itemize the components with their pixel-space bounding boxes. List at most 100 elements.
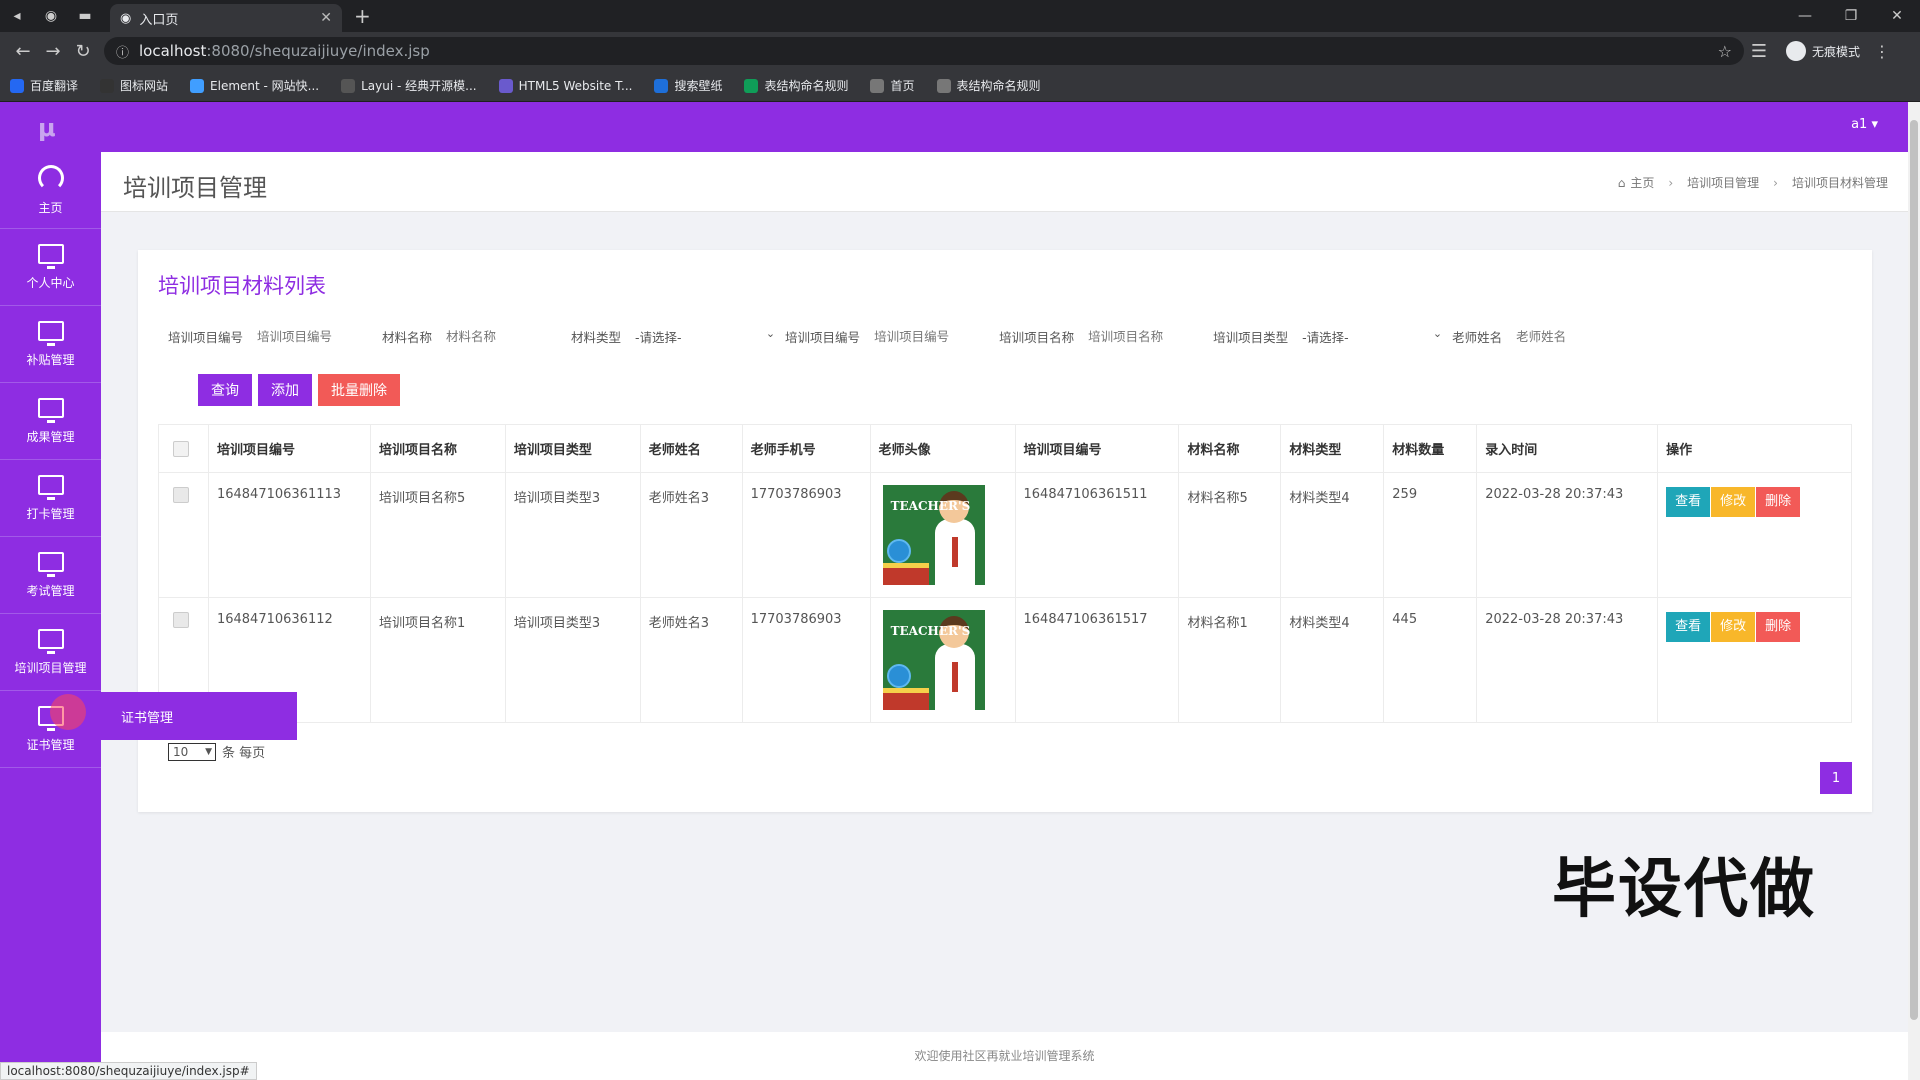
bookmark-item[interactable]: Element - 网站快... bbox=[190, 77, 319, 94]
monitor-icon bbox=[37, 474, 64, 500]
reading-list-icon[interactable]: ☰ bbox=[1744, 41, 1774, 62]
monitor-icon bbox=[37, 320, 64, 346]
search-input[interactable] bbox=[1516, 328, 1612, 344]
monitor-icon bbox=[37, 397, 64, 423]
teacher-avatar-image: TEACHER'S bbox=[882, 485, 985, 585]
teacher-avatar-image: TEACHER'S bbox=[882, 610, 985, 710]
bookmark-item[interactable]: 搜索壁纸 bbox=[654, 77, 722, 94]
back-icon[interactable]: ← bbox=[8, 41, 38, 62]
url-input[interactable]: ⓘ localhost:8080/shequzaijiuye/index.jsp… bbox=[104, 37, 1744, 65]
avatar-books-shape bbox=[882, 688, 929, 710]
browser-tab-bar: ◂ ◉ ▬ ◉ 入口页 ✕ + — ❐ ✕ bbox=[0, 0, 1920, 32]
bookmark-item[interactable]: 表结构命名规则 bbox=[744, 77, 848, 94]
row-actions-cell: 查看 修改 删除 bbox=[1657, 597, 1852, 723]
restore-icon[interactable]: ❐ bbox=[1828, 8, 1874, 24]
edit-button[interactable]: 修改 bbox=[1711, 487, 1756, 517]
header-checkbox-cell bbox=[158, 424, 209, 473]
cell-project-no: 164847106361113 bbox=[207, 472, 371, 598]
incognito-label: 无痕模式 bbox=[1812, 44, 1861, 59]
bookmark-favicon-icon bbox=[936, 78, 951, 93]
bookmark-item[interactable]: HTML5 Website T... bbox=[498, 78, 633, 93]
delete-button[interactable]: 删除 bbox=[1756, 487, 1801, 517]
search-input[interactable] bbox=[446, 328, 542, 344]
cell-project-type: 培训项目类型3 bbox=[504, 472, 641, 598]
bookmark-label: HTML5 Website T... bbox=[518, 78, 633, 93]
column-header: 培训项目类型 bbox=[504, 424, 641, 473]
bookmark-star-icon[interactable]: ☆ bbox=[1718, 42, 1732, 61]
bookmark-item[interactable]: Layui - 经典开源模... bbox=[341, 77, 477, 94]
query-button[interactable]: 查询 bbox=[198, 374, 252, 406]
row-checkbox[interactable] bbox=[173, 612, 189, 628]
bookmark-item[interactable]: 图标网站 bbox=[100, 77, 168, 94]
bookmark-item[interactable]: 首页 bbox=[870, 77, 915, 94]
search-input[interactable] bbox=[257, 328, 353, 344]
browser-tab[interactable]: ◉ 入口页 ✕ bbox=[110, 4, 342, 32]
bookmark-item[interactable]: 表结构命名规则 bbox=[936, 77, 1041, 94]
page-title: 培训项目管理 bbox=[123, 174, 267, 202]
site-info-icon[interactable]: ⓘ bbox=[116, 42, 129, 61]
sidebar-item-4[interactable]: 打卡管理 bbox=[0, 460, 101, 537]
cell-qty: 259 bbox=[1383, 472, 1478, 598]
search-input[interactable] bbox=[1088, 328, 1184, 344]
add-button[interactable]: 添加 bbox=[258, 374, 312, 406]
sidebar-item-6[interactable]: 培训项目管理 bbox=[0, 614, 101, 691]
avatar-books-shape bbox=[882, 563, 929, 585]
bookmark-label: 百度翻译 bbox=[30, 79, 79, 93]
edit-button[interactable]: 修改 bbox=[1711, 612, 1756, 642]
scrollbar-thumb[interactable] bbox=[1910, 120, 1918, 1020]
sidebar-item-7[interactable]: 证书管理 bbox=[0, 691, 101, 768]
bookmark-favicon-icon bbox=[744, 78, 759, 93]
mute-icon[interactable]: ◂ bbox=[0, 0, 34, 32]
select-all-checkbox[interactable] bbox=[173, 440, 189, 457]
column-header: 老师手机号 bbox=[741, 424, 871, 473]
delete-button[interactable]: 删除 bbox=[1756, 612, 1801, 642]
search-select-value: -请选择- bbox=[635, 329, 682, 345]
pagination-page-1[interactable]: 1 bbox=[1820, 762, 1852, 794]
window-tab-icon[interactable]: ▬ bbox=[68, 0, 102, 32]
sidebar-item-label: 个人中心 bbox=[26, 275, 75, 290]
new-tab-icon[interactable]: + bbox=[354, 4, 371, 28]
sidebar-item-5[interactable]: 考试管理 bbox=[0, 537, 101, 614]
avatar-globe-shape bbox=[886, 539, 911, 563]
page-scrollbar[interactable] bbox=[1908, 102, 1920, 1080]
chevron-down-icon: ⌄ bbox=[765, 326, 776, 340]
teacher-avatar-text: TEACHER'S bbox=[890, 499, 971, 513]
tab-close-icon[interactable]: ✕ bbox=[320, 10, 332, 26]
cell-qty: 445 bbox=[1383, 597, 1478, 723]
flyout-certificate-management[interactable]: 证书管理 bbox=[101, 692, 297, 740]
column-header: 操作 bbox=[1657, 424, 1852, 473]
bookmark-favicon-icon bbox=[190, 78, 205, 93]
status-bar-url: localhost:8080/shequzaijiuye/index.jsp# bbox=[0, 1062, 257, 1080]
view-button[interactable]: 查看 bbox=[1666, 487, 1711, 517]
bookmark-label: Element - 网站快... bbox=[210, 79, 320, 93]
column-header: 老师姓名 bbox=[639, 424, 743, 473]
column-header: 培训项目名称 bbox=[369, 424, 506, 473]
breadcrumb-home[interactable]: 主页 bbox=[1630, 174, 1654, 191]
user-menu[interactable]: a1 ▾ bbox=[1851, 117, 1878, 132]
forward-icon[interactable]: → bbox=[38, 41, 68, 62]
breadcrumb-training[interactable]: 培训项目管理 bbox=[1687, 174, 1759, 191]
teacher-avatar-cell: TEACHER'S bbox=[869, 597, 1016, 723]
sidebar-item-0[interactable]: 主页 bbox=[0, 152, 101, 229]
sidebar-item-1[interactable]: 个人中心 bbox=[0, 229, 101, 306]
bookmark-item[interactable]: 百度翻译 bbox=[10, 77, 78, 94]
cell-phone: 17703786903 bbox=[741, 472, 871, 598]
search-label: 培训项目类型 bbox=[1213, 329, 1289, 345]
reload-icon[interactable]: ↻ bbox=[68, 41, 98, 62]
search-input[interactable] bbox=[874, 328, 970, 344]
browser-globe-icon[interactable]: ◉ bbox=[34, 0, 68, 32]
search-select[interactable]: -请选择- ⌄ bbox=[635, 327, 775, 346]
sidebar-item-3[interactable]: 成果管理 bbox=[0, 383, 101, 460]
minimize-icon[interactable]: — bbox=[1782, 8, 1828, 24]
view-button[interactable]: 查看 bbox=[1666, 612, 1711, 642]
search-label: 材料名称 bbox=[382, 329, 433, 345]
sidebar-item-2[interactable]: 补贴管理 bbox=[0, 306, 101, 383]
browser-menu-icon[interactable]: ⋮ bbox=[1874, 42, 1890, 61]
page-size-select[interactable]: 10 ▼ bbox=[168, 742, 216, 761]
incognito-indicator[interactable]: 无痕模式 bbox=[1786, 41, 1860, 61]
page-size-control: 10 ▼ 条 每页 bbox=[168, 742, 265, 761]
row-checkbox[interactable] bbox=[173, 487, 189, 503]
close-window-icon[interactable]: ✕ bbox=[1874, 8, 1920, 24]
batch-delete-button[interactable]: 批量删除 bbox=[318, 374, 400, 406]
search-select[interactable]: -请选择- ⌄ bbox=[1302, 327, 1442, 346]
